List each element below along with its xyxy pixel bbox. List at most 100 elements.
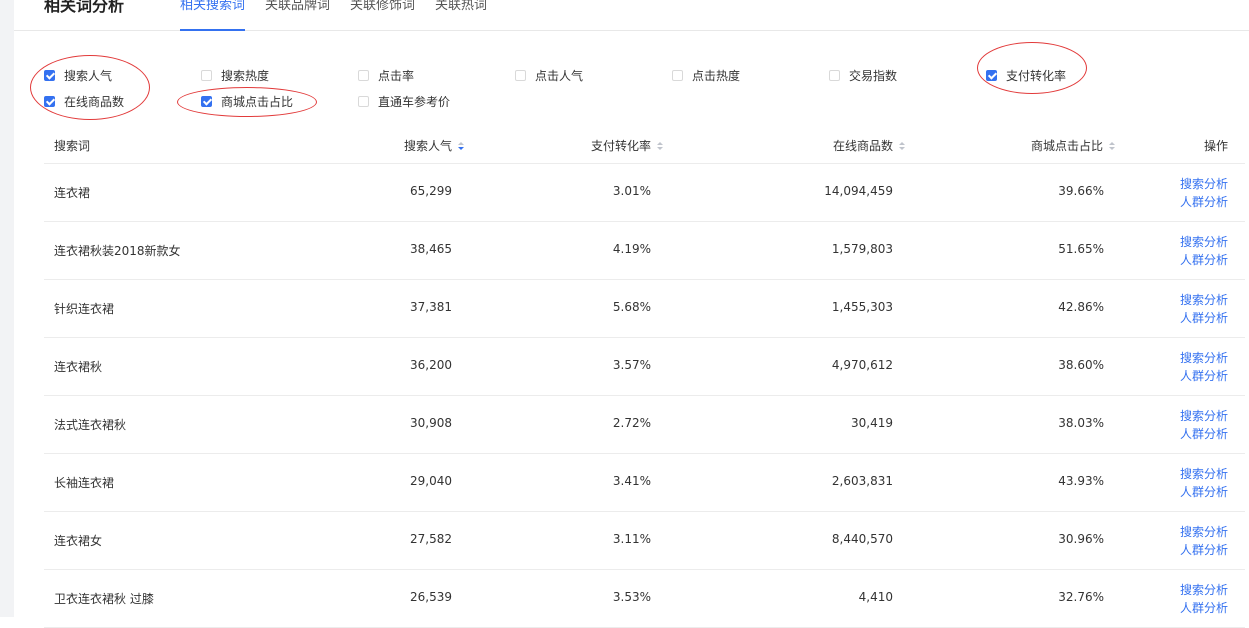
online-items-cell: 14,094,459	[824, 184, 893, 198]
sort-icon[interactable]	[657, 141, 663, 150]
checkbox-click-popularity[interactable]: 点击人气	[515, 67, 583, 84]
checkbox-label: 商城点击占比	[221, 95, 294, 109]
row-actions: 搜索分析 人群分析	[1180, 465, 1228, 501]
col-header-conversion[interactable]: 支付转化率	[591, 137, 663, 154]
table-row: 连衣裙秋 36,200 3.57% 4,970,612 38.60% 搜索分析 …	[44, 338, 1245, 396]
row-actions: 搜索分析 人群分析	[1180, 523, 1228, 559]
col-header-actions: 操作	[1203, 139, 1228, 153]
conversion-cell: 3.01%	[612, 184, 651, 198]
col-header-label: 搜索人气	[403, 139, 452, 153]
checkbox-unchecked-icon	[829, 70, 840, 81]
sort-icon[interactable]	[1109, 141, 1115, 150]
online-items-cell: 30,419	[851, 416, 893, 430]
checkbox-checked-icon	[44, 70, 55, 81]
keyword-cell: 连衣裙秋	[54, 360, 103, 374]
row-actions: 搜索分析 人群分析	[1180, 349, 1228, 385]
checkbox-label: 支付转化率	[1006, 69, 1067, 83]
keyword-cell: 连衣裙秋装2018新款女	[54, 244, 181, 258]
conversion-cell: 3.57%	[612, 358, 651, 372]
search-analysis-link[interactable]: 搜索分析	[1180, 233, 1228, 251]
table-header: 搜索词 搜索人气 支付转化率 在线商品数 商城点击占比 操作	[44, 126, 1245, 164]
col-header-mall-click[interactable]: 商城点击占比	[1031, 137, 1115, 154]
checkbox-mall-click-ratio[interactable]: 商城点击占比	[201, 93, 293, 110]
popularity-cell: 36,200	[410, 358, 452, 372]
mall-click-cell: 32.76%	[1058, 590, 1104, 604]
left-side-strip	[0, 0, 14, 617]
popularity-cell: 37,381	[410, 300, 452, 314]
tab-related-search[interactable]: 相关搜索词	[180, 0, 246, 31]
checkbox-unchecked-icon	[201, 70, 212, 81]
search-analysis-link[interactable]: 搜索分析	[1180, 523, 1228, 541]
page-title: 相关词分析	[44, 0, 125, 15]
online-items-cell: 8,440,570	[831, 532, 893, 546]
tab-brand-words[interactable]: 关联品牌词	[265, 0, 330, 30]
crowd-analysis-link[interactable]: 人群分析	[1180, 425, 1228, 443]
col-header-label: 支付转化率	[590, 139, 651, 153]
mall-click-cell: 39.66%	[1058, 184, 1104, 198]
tab-modifier-words[interactable]: 关联修饰词	[350, 0, 415, 30]
checkbox-click-heat[interactable]: 点击热度	[672, 67, 740, 84]
row-actions: 搜索分析 人群分析	[1180, 291, 1228, 327]
metric-filters: 搜索人气 搜索热度 点击率 点击人气 点击热度 交易指数 支付转化率 在线商品数…	[44, 64, 1194, 114]
crowd-analysis-link[interactable]: 人群分析	[1180, 599, 1228, 617]
table-row: 连衣裙 65,299 3.01% 14,094,459 39.66% 搜索分析 …	[44, 164, 1245, 222]
table-row: 连衣裙秋装2018新款女 38,465 4.19% 1,579,803 51.6…	[44, 222, 1245, 280]
col-header-keyword: 搜索词	[54, 139, 91, 153]
checkbox-label: 直通车参考价	[378, 95, 451, 109]
keyword-cell: 针织连衣裙	[54, 302, 115, 316]
popularity-cell: 30,908	[410, 416, 452, 430]
checkbox-search-heat[interactable]: 搜索热度	[201, 67, 269, 84]
col-header-label: 商城点击占比	[1030, 139, 1103, 153]
checkbox-label: 交易指数	[849, 69, 898, 83]
search-analysis-link[interactable]: 搜索分析	[1180, 465, 1228, 483]
search-analysis-link[interactable]: 搜索分析	[1180, 291, 1228, 309]
checkbox-checked-icon	[44, 96, 55, 107]
search-analysis-link[interactable]: 搜索分析	[1180, 349, 1228, 367]
col-header-online-items[interactable]: 在线商品数	[833, 137, 905, 154]
col-header-popularity[interactable]: 搜索人气	[404, 137, 464, 154]
table-row: 法式连衣裙秋 30,908 2.72% 30,419 38.03% 搜索分析 人…	[44, 396, 1245, 454]
checkbox-ztc-price[interactable]: 直通车参考价	[358, 93, 450, 110]
table-row: 长袖连衣裙 29,040 3.41% 2,603,831 43.93% 搜索分析…	[44, 454, 1245, 512]
conversion-cell: 5.68%	[612, 300, 651, 314]
mall-click-cell: 38.03%	[1058, 416, 1104, 430]
checkbox-label: 点击率	[378, 69, 415, 83]
mall-click-cell: 38.60%	[1058, 358, 1104, 372]
checkbox-click-rate[interactable]: 点击率	[358, 67, 414, 84]
conversion-cell: 3.11%	[612, 532, 651, 546]
checkbox-payment-conversion[interactable]: 支付转化率	[986, 67, 1066, 84]
search-analysis-link[interactable]: 搜索分析	[1180, 407, 1228, 425]
popularity-cell: 27,582	[410, 532, 452, 546]
conversion-cell: 2.72%	[612, 416, 651, 430]
table-row: 卫衣连衣裙秋 过膝 26,539 3.53% 4,410 32.76% 搜索分析…	[44, 570, 1245, 628]
popularity-cell: 38,465	[410, 242, 452, 256]
checkbox-label: 点击热度	[692, 69, 741, 83]
search-analysis-link[interactable]: 搜索分析	[1180, 175, 1228, 193]
crowd-analysis-link[interactable]: 人群分析	[1180, 541, 1228, 559]
mall-click-cell: 51.65%	[1058, 242, 1104, 256]
checkbox-unchecked-icon	[358, 70, 369, 81]
checkbox-trade-index[interactable]: 交易指数	[829, 67, 897, 84]
online-items-cell: 1,455,303	[831, 300, 893, 314]
sort-icon[interactable]	[899, 141, 905, 150]
keyword-cell: 长袖连衣裙	[54, 476, 115, 490]
table-row: 连衣裙女 27,582 3.11% 8,440,570 30.96% 搜索分析 …	[44, 512, 1245, 570]
mall-click-cell: 43.93%	[1058, 474, 1104, 488]
crowd-analysis-link[interactable]: 人群分析	[1180, 309, 1228, 327]
tab-hot-words[interactable]: 关联热词	[435, 0, 487, 30]
search-analysis-link[interactable]: 搜索分析	[1180, 581, 1228, 599]
row-actions: 搜索分析 人群分析	[1180, 407, 1228, 443]
conversion-cell: 4.19%	[612, 242, 651, 256]
crowd-analysis-link[interactable]: 人群分析	[1180, 251, 1228, 269]
sort-desc-icon[interactable]	[458, 141, 464, 150]
crowd-analysis-link[interactable]: 人群分析	[1180, 193, 1228, 211]
popularity-cell: 65,299	[410, 184, 452, 198]
crowd-analysis-link[interactable]: 人群分析	[1180, 367, 1228, 385]
popularity-cell: 26,539	[410, 590, 452, 604]
tab-bar: 相关搜索词 关联品牌词 关联修饰词 关联热词	[180, 0, 507, 31]
crowd-analysis-link[interactable]: 人群分析	[1180, 483, 1228, 501]
checkbox-label: 搜索热度	[221, 69, 270, 83]
checkbox-online-items[interactable]: 在线商品数	[44, 93, 124, 110]
checkbox-label: 在线商品数	[64, 95, 125, 109]
checkbox-search-popularity[interactable]: 搜索人气	[44, 67, 112, 84]
